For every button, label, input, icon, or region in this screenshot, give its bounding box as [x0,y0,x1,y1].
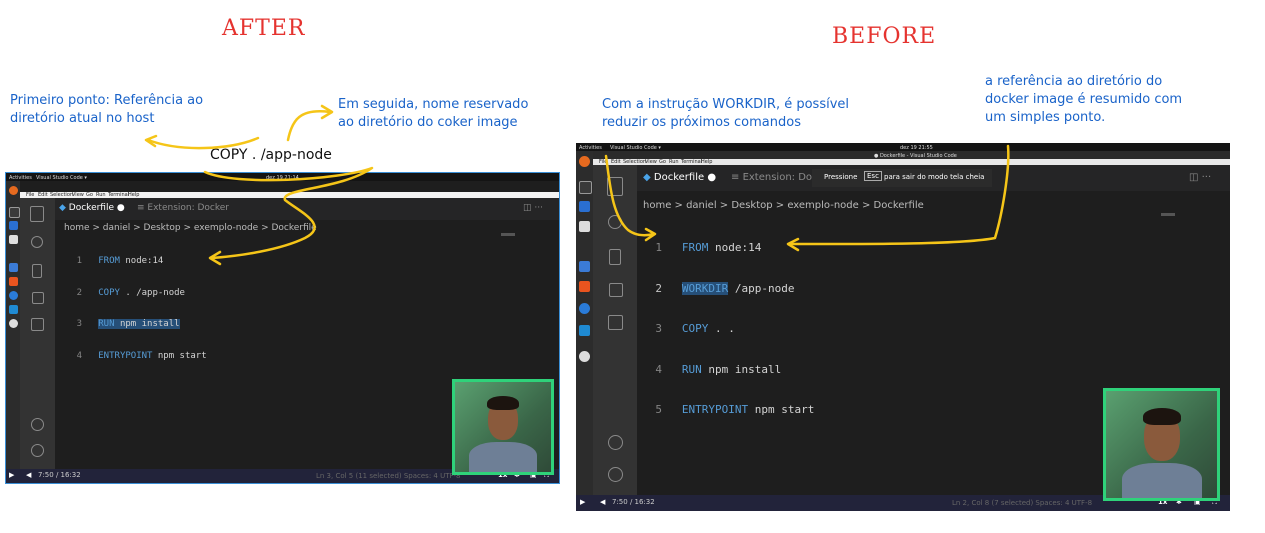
arrow-dot-to-note [146,136,260,150]
annotation-arrows [144,104,1010,266]
arrow-workdir [604,154,656,237]
arrow-copy-dot [788,144,1010,246]
arrow-command-to-code [203,166,374,260]
